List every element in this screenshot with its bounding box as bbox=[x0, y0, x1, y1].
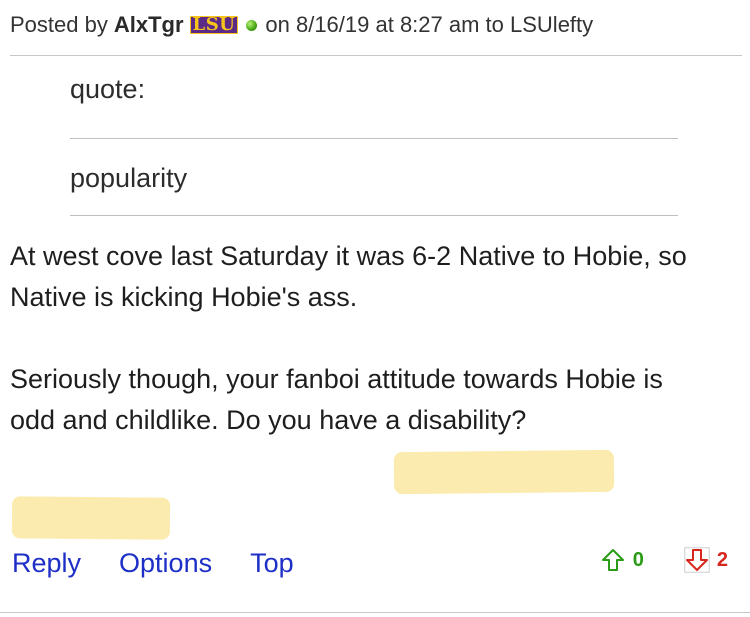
author-name[interactable]: AlxTgr bbox=[114, 12, 184, 38]
posted-by-label: Posted by bbox=[10, 12, 108, 37]
downvote-count: 2 bbox=[716, 548, 728, 571]
quote-divider-top bbox=[70, 138, 678, 139]
highlighter-mark bbox=[393, 449, 615, 495]
post-header: Posted by AlxTgr LSU on 8/16/19 at 8:27 … bbox=[10, 12, 593, 38]
vote-controls: 0 2 bbox=[600, 547, 728, 573]
online-status-icon bbox=[246, 19, 258, 31]
arrow-down-icon bbox=[684, 547, 710, 573]
post-paragraph-2: Seriously though, your fanboi attitude t… bbox=[10, 364, 663, 435]
options-link[interactable]: Options bbox=[119, 548, 212, 579]
lsu-team-badge-icon: LSU bbox=[189, 16, 239, 34]
upvote-button[interactable]: 0 bbox=[600, 547, 644, 573]
quote-label: quote: bbox=[70, 74, 146, 104]
quote-divider-bottom bbox=[70, 215, 678, 216]
post-meta: on 8/16/19 at 8:27 am to LSUlefty bbox=[265, 12, 594, 37]
downvote-button[interactable]: 2 bbox=[684, 547, 728, 573]
reply-link[interactable]: Reply bbox=[12, 548, 81, 579]
footer-divider bbox=[0, 612, 750, 613]
highlighter-mark bbox=[11, 496, 171, 540]
post-actions: Reply Options Top bbox=[12, 548, 332, 579]
quote-block: quote: popularity bbox=[70, 70, 678, 216]
arrow-up-icon bbox=[601, 549, 624, 571]
post-body: At west cove last Saturday it was 6-2 Na… bbox=[10, 236, 710, 441]
post-paragraph-1: At west cove last Saturday it was 6-2 Na… bbox=[10, 241, 687, 312]
quote-text: popularity bbox=[70, 163, 188, 193]
upvote-count: 0 bbox=[632, 548, 644, 571]
top-link[interactable]: Top bbox=[250, 548, 294, 579]
